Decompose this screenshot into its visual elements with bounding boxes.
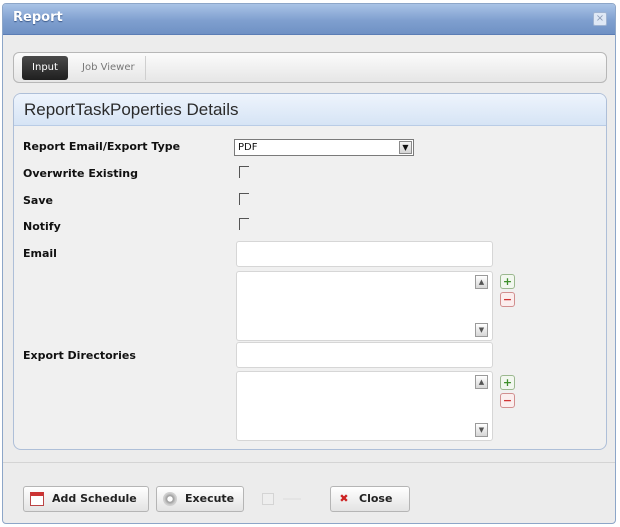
export-type-select[interactable]: PDF ▼ [234,139,414,156]
disabled-icon [262,493,274,505]
add-schedule-label: Add Schedule [52,492,137,505]
panel-header: ReportTaskPoperties Details [14,94,606,126]
overwrite-existing-label: Overwrite Existing [23,167,138,180]
window-title: Report [13,10,63,25]
execute-button[interactable]: Execute [156,486,244,512]
close-button[interactable]: ✖ Close [330,486,410,512]
tab-input[interactable]: Input [22,56,68,80]
scroll-up-icon[interactable]: ▲ [475,375,488,389]
export-directories-input[interactable] [236,342,493,368]
close-icon[interactable]: × [593,12,607,26]
disabled-button [258,486,308,512]
scroll-up-icon[interactable]: ▲ [475,275,488,289]
report-dialog: Report × Input Job Viewer ReportTaskPope… [2,3,616,524]
scroll-down-icon[interactable]: ▼ [475,423,488,437]
save-checkbox[interactable] [239,193,249,205]
gear-icon [163,492,177,506]
email-input[interactable] [236,241,493,267]
notify-checkbox[interactable] [239,218,249,230]
email-label: Email [23,247,57,260]
close-label: Close [359,492,393,505]
export-directories-list[interactable]: ▲ ▼ [236,371,493,441]
add-schedule-button[interactable]: Add Schedule [23,486,149,512]
chevron-down-icon[interactable]: ▼ [399,141,412,154]
add-directory-button[interactable]: + [500,375,515,390]
save-label: Save [23,194,53,207]
disabled-label [283,498,301,500]
overwrite-existing-checkbox[interactable] [239,166,249,178]
tab-job-viewer[interactable]: Job Viewer [72,56,146,80]
title-bar[interactable]: Report × [3,4,615,35]
add-email-button[interactable]: + [500,274,515,289]
email-list[interactable]: ▲ ▼ [236,271,493,341]
execute-label: Execute [185,492,235,505]
x-icon: ✖ [339,492,349,505]
panel-title: ReportTaskPoperties Details [24,100,239,119]
export-type-label: Report Email/Export Type [23,140,181,153]
export-type-value: PDF [238,142,258,153]
calendar-icon [30,492,44,506]
remove-email-button[interactable]: − [500,292,515,307]
footer-divider [3,462,615,463]
export-directories-label: Export Directories [23,349,136,362]
scroll-down-icon[interactable]: ▼ [475,323,488,337]
notify-label: Notify [23,220,61,233]
remove-directory-button[interactable]: − [500,393,515,408]
tab-bar: Input Job Viewer [13,52,607,83]
